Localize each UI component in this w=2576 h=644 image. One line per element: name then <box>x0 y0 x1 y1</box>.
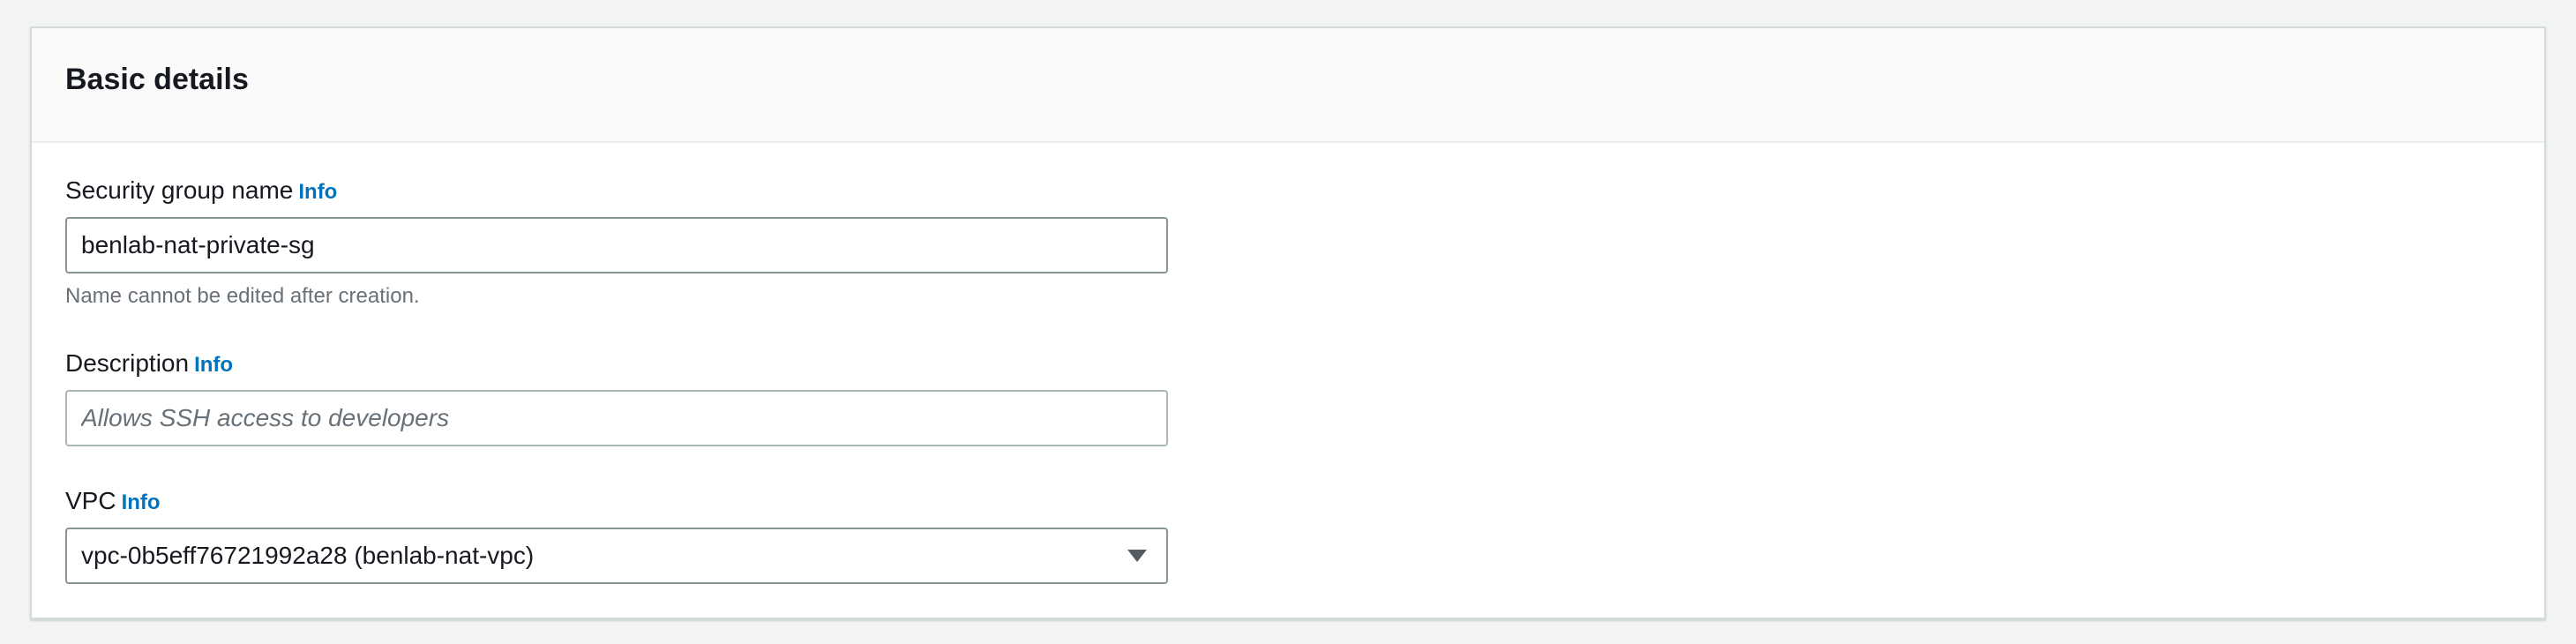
panel-title: Basic details <box>65 63 249 96</box>
security-group-name-label-text: Security group name <box>65 176 294 204</box>
vpc-selected-value: vpc-0b5eff76721992a28 (benlab-nat-vpc) <box>81 542 535 569</box>
security-group-name-field: Security group nameInfo Name cannot be e… <box>65 178 1168 311</box>
security-group-name-label: Security group name Info <box>65 178 337 203</box>
vpc-label-text: VPC <box>65 487 116 514</box>
description-field: Description Info <box>65 351 1168 457</box>
security-group-name-input[interactable] <box>65 217 1168 273</box>
description-label-text: Description <box>65 349 190 377</box>
description-info-link[interactable]: Info <box>194 353 233 377</box>
vpc-label: VPC Info <box>65 489 161 513</box>
security-group-name-help-text: Name cannot be edited after creation. <box>65 284 420 308</box>
caret-down-icon <box>1127 550 1147 562</box>
security-group-name-info-link[interactable]: Info <box>298 180 337 204</box>
vpc-info-link[interactable]: Info <box>122 490 161 514</box>
description-input[interactable] <box>65 390 1168 446</box>
panel-header: Basic details <box>32 28 2544 143</box>
vpc-field: VPC Info vpc-0b5eff76721992a28 (benlab-na… <box>65 489 1168 595</box>
vpc-select[interactable]: vpc-0b5eff76721992a28 (benlab-nat-vpc) <box>65 528 1168 584</box>
basic-details-panel: Basic details Security group nameInfo Na… <box>30 26 2546 619</box>
description-label: Description Info <box>65 351 233 376</box>
